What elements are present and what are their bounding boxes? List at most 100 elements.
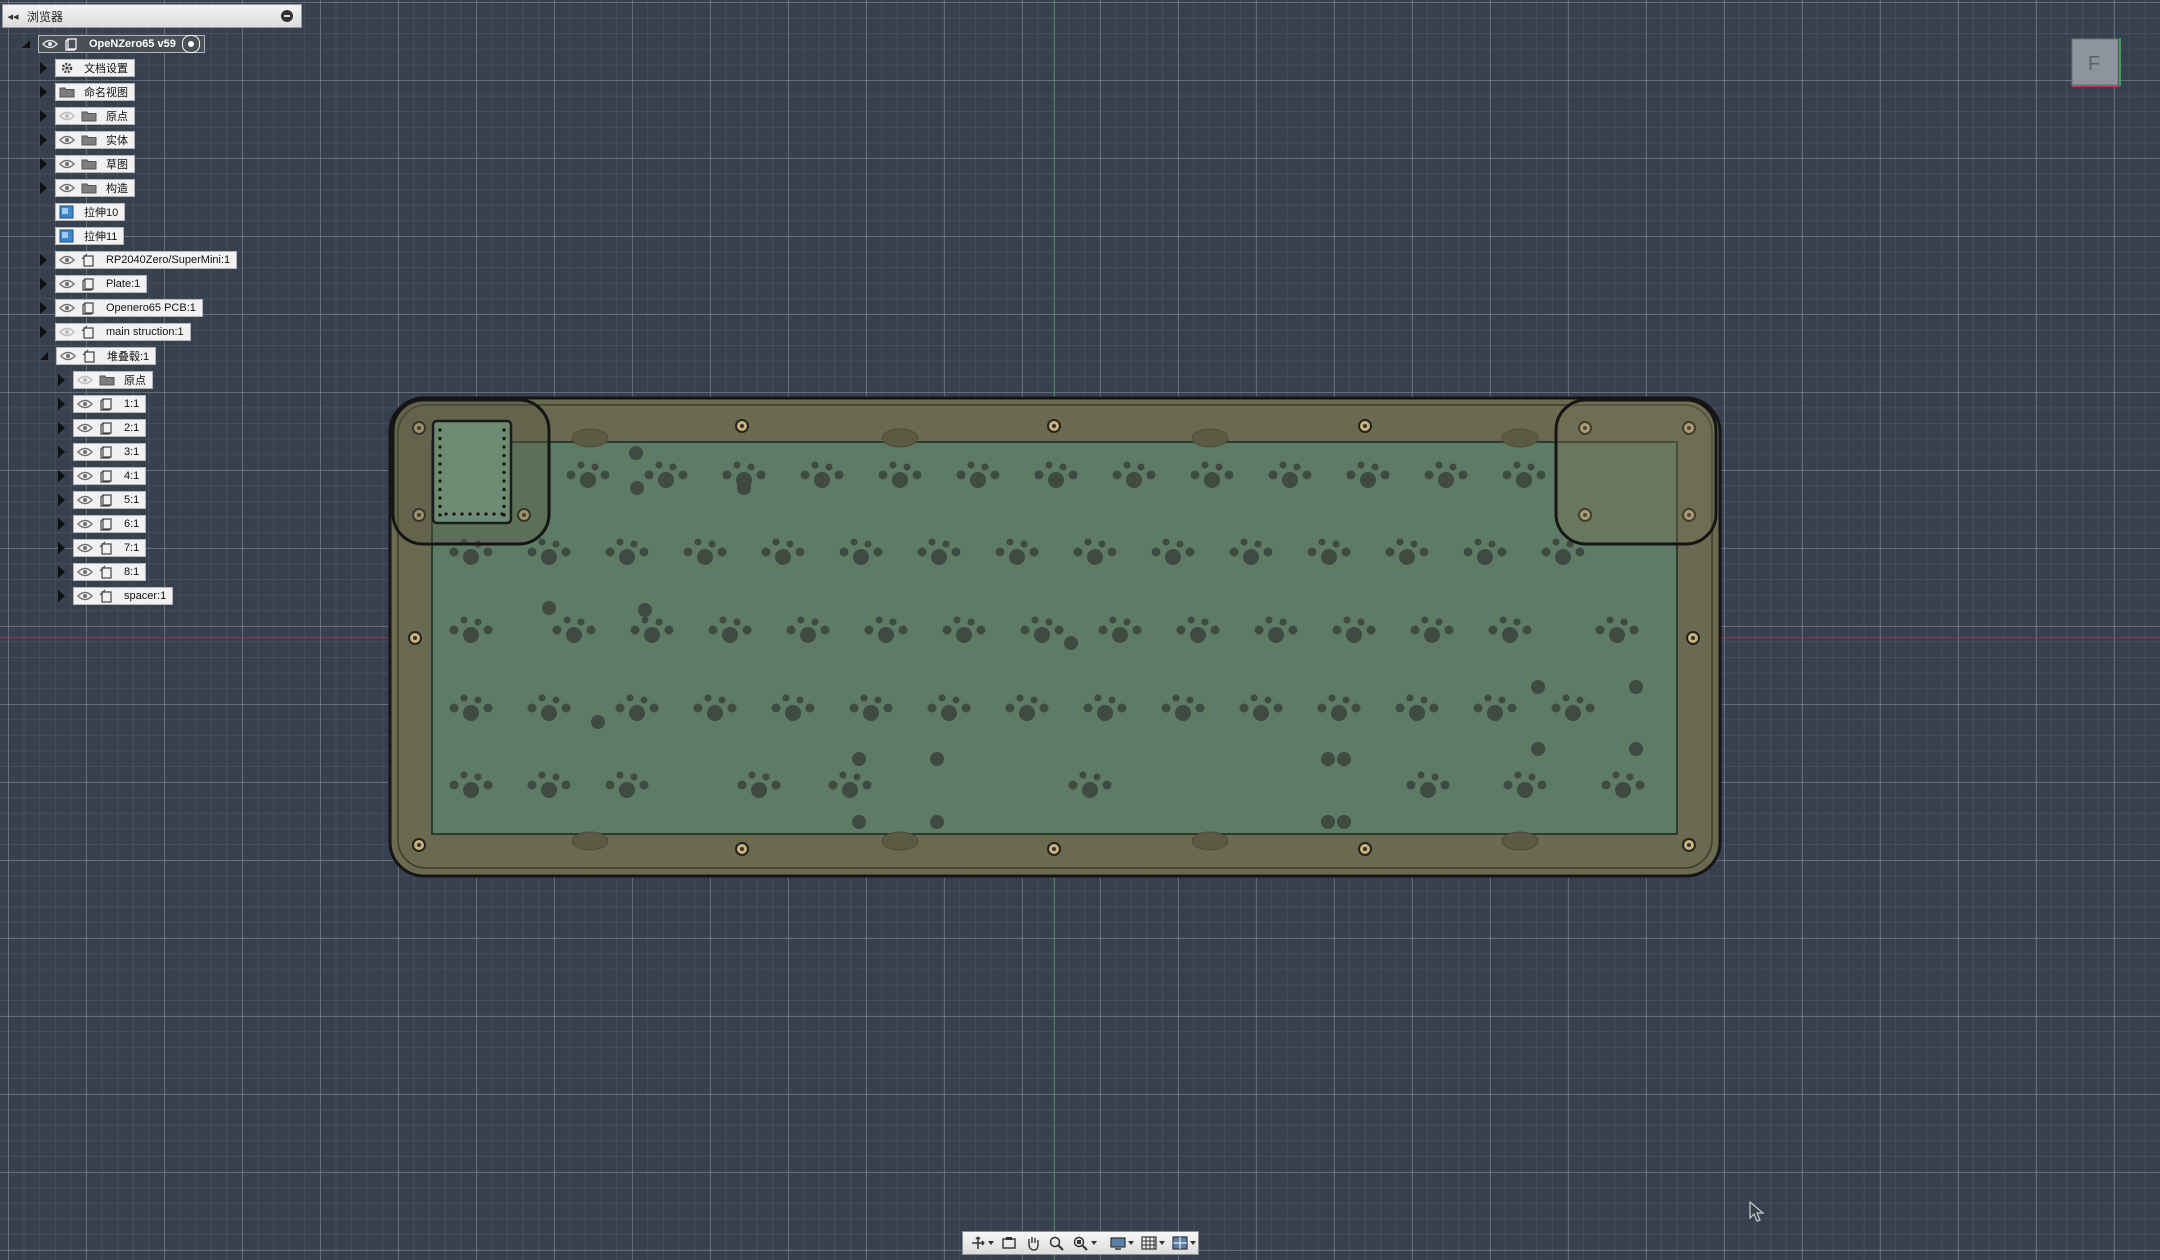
- visibility-eye-icon[interactable]: [74, 468, 96, 484]
- expand-arrow-icon[interactable]: [40, 254, 47, 266]
- tree-item[interactable]: 5:1: [58, 490, 147, 510]
- visibility-eye-icon[interactable]: [74, 444, 96, 460]
- visibility-eye-icon[interactable]: [74, 588, 96, 604]
- visibility-eye-icon[interactable]: [74, 372, 96, 388]
- tree-item[interactable]: spacer:1: [58, 586, 174, 606]
- look-at-icon[interactable]: [998, 1233, 1020, 1253]
- tree-node[interactable]: 原点: [55, 107, 135, 125]
- expand-arrow-icon[interactable]: [58, 542, 65, 554]
- expand-arrow-icon[interactable]: [40, 134, 47, 146]
- tree-item[interactable]: 8:1: [58, 562, 147, 582]
- display-settings-icon[interactable]: [1107, 1233, 1136, 1253]
- expand-arrow-icon[interactable]: [58, 590, 65, 602]
- visibility-eye-icon[interactable]: [39, 36, 61, 52]
- expand-arrow-icon[interactable]: [58, 446, 65, 458]
- visibility-eye-icon[interactable]: [56, 300, 78, 316]
- tree-node[interactable]: Openero65 PCB:1: [55, 299, 203, 317]
- visibility-eye-icon[interactable]: [74, 396, 96, 412]
- tree-node[interactable]: RP2040Zero/SuperMini:1: [55, 251, 238, 269]
- tree-node[interactable]: 原点: [73, 371, 153, 389]
- visibility-eye-icon[interactable]: [56, 276, 78, 292]
- visibility-eye-icon[interactable]: [56, 252, 78, 268]
- zoom-icon[interactable]: [1046, 1233, 1068, 1253]
- pan-icon[interactable]: [1022, 1233, 1044, 1253]
- expand-arrow-icon[interactable]: [58, 518, 65, 530]
- expand-arrow-icon[interactable]: [40, 326, 47, 338]
- expand-arrow-icon[interactable]: [40, 110, 47, 122]
- tree-item[interactable]: 构造: [40, 178, 135, 198]
- tree-node[interactable]: Plate:1: [55, 275, 148, 293]
- tree-node[interactable]: 5:1: [73, 491, 147, 509]
- tree-node[interactable]: 命名视图: [55, 83, 135, 101]
- viewcube[interactable]: F: [2070, 36, 2124, 90]
- tree-node[interactable]: spacer:1: [73, 587, 174, 605]
- tree-item[interactable]: 拉伸10: [40, 202, 126, 222]
- collapse-arrow-icon[interactable]: [22, 40, 30, 48]
- expand-arrow-icon[interactable]: [58, 422, 65, 434]
- tree-item[interactable]: 1:1: [58, 394, 147, 414]
- tree-node[interactable]: 拉伸10: [55, 203, 126, 221]
- expand-arrow-icon[interactable]: [40, 62, 47, 74]
- viewports-icon[interactable]: [1169, 1233, 1198, 1253]
- tree-node[interactable]: 7:1: [73, 539, 147, 557]
- grid-icon[interactable]: [1138, 1233, 1167, 1253]
- expand-arrow-icon[interactable]: [40, 278, 47, 290]
- visibility-eye-icon[interactable]: [56, 156, 78, 172]
- keyboard-model[interactable]: [0, 0, 2160, 1260]
- tree-node[interactable]: 6:1: [73, 515, 147, 533]
- expand-arrow-icon[interactable]: [58, 470, 65, 482]
- tree-item[interactable]: 草图: [40, 154, 135, 174]
- visibility-eye-icon[interactable]: [74, 540, 96, 556]
- visibility-eye-icon[interactable]: [74, 492, 96, 508]
- tree-item[interactable]: 文档设置: [40, 58, 135, 78]
- expand-arrow-icon[interactable]: [58, 374, 65, 386]
- expand-arrow-icon[interactable]: [58, 566, 65, 578]
- visibility-eye-icon[interactable]: [56, 180, 78, 196]
- tree-node[interactable]: 1:1: [73, 395, 147, 413]
- tree-node[interactable]: 2:1: [73, 419, 147, 437]
- visibility-eye-icon[interactable]: [74, 516, 96, 532]
- tree-node[interactable]: 8:1: [73, 563, 147, 581]
- visibility-eye-icon[interactable]: [74, 564, 96, 580]
- close-icon[interactable]: [281, 10, 293, 22]
- tree-node[interactable]: 草图: [55, 155, 135, 173]
- tree-node[interactable]: 文档设置: [55, 59, 135, 77]
- collapse-icon[interactable]: ◂◂: [3, 10, 23, 23]
- visibility-eye-icon[interactable]: [56, 132, 78, 148]
- expand-arrow-icon[interactable]: [58, 494, 65, 506]
- tree-node[interactable]: 3:1: [73, 443, 147, 461]
- activate-component-icon[interactable]: [181, 35, 200, 53]
- tree-item[interactable]: Plate:1: [40, 274, 148, 294]
- tree-root[interactable]: OpeNZero65 v59: [22, 34, 205, 54]
- expand-arrow-icon[interactable]: [40, 182, 47, 194]
- tree-item[interactable]: RP2040Zero/SuperMini:1: [40, 250, 238, 270]
- tree-node[interactable]: 4:1: [73, 467, 147, 485]
- expand-arrow-icon[interactable]: [40, 302, 47, 314]
- expand-arrow-icon[interactable]: [58, 398, 65, 410]
- tree-node[interactable]: main struction:1: [55, 323, 191, 341]
- tree-item[interactable]: 3:1: [58, 442, 147, 462]
- expand-arrow-icon[interactable]: [40, 158, 47, 170]
- tree-item[interactable]: main struction:1: [40, 322, 191, 342]
- tree-item[interactable]: 原点: [58, 370, 153, 390]
- tree-item[interactable]: 4:1: [58, 466, 147, 486]
- tree-node[interactable]: OpeNZero65 v59: [38, 35, 205, 53]
- tree-item[interactable]: 2:1: [58, 418, 147, 438]
- expand-arrow-icon[interactable]: [40, 86, 47, 98]
- tree-item[interactable]: 命名视图: [40, 82, 135, 102]
- tree-node[interactable]: 构造: [55, 179, 135, 197]
- tree-item[interactable]: 6:1: [58, 514, 147, 534]
- tree-node[interactable]: 实体: [55, 131, 135, 149]
- tree-node[interactable]: 堆叠毂:1: [56, 347, 157, 365]
- zoom-window-icon[interactable]: [1070, 1233, 1099, 1253]
- tree-item[interactable]: 堆叠毂:1: [40, 346, 157, 366]
- visibility-eye-icon[interactable]: [56, 324, 78, 340]
- visibility-eye-icon[interactable]: [74, 420, 96, 436]
- tree-item[interactable]: Openero65 PCB:1: [40, 298, 203, 318]
- tree-node[interactable]: 拉伸11: [55, 227, 125, 245]
- visibility-eye-icon[interactable]: [57, 348, 79, 364]
- orbit-icon[interactable]: [967, 1233, 996, 1253]
- tree-item[interactable]: 原点: [40, 106, 135, 126]
- tree-item[interactable]: 实体: [40, 130, 135, 150]
- collapse-arrow-icon[interactable]: [40, 352, 48, 360]
